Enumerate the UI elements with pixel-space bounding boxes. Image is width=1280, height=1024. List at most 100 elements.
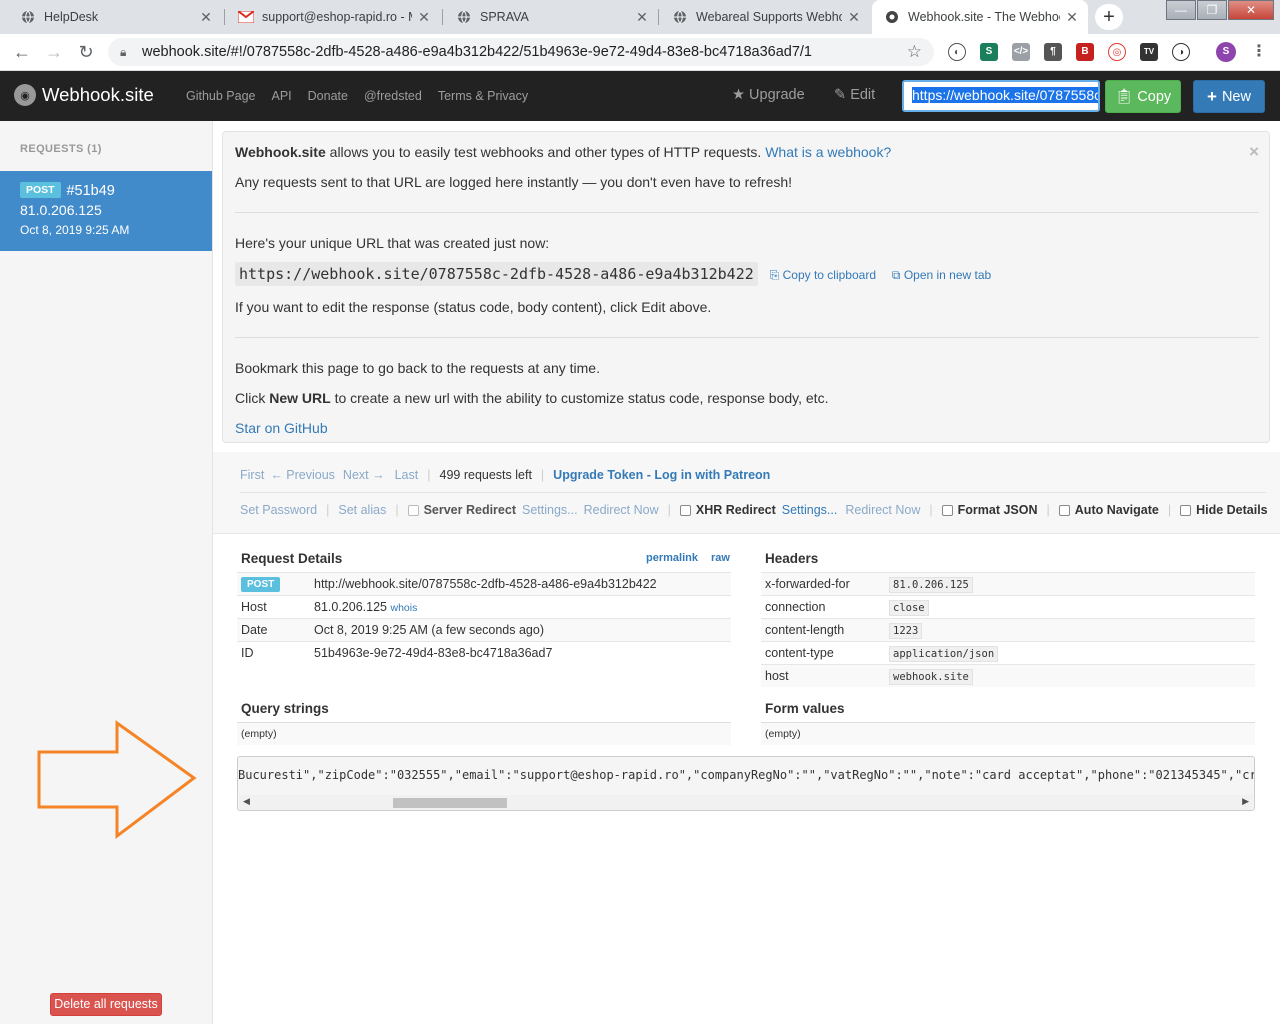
globe-icon (456, 9, 472, 25)
extension-icon[interactable]: ¶ (1044, 43, 1062, 61)
raw-link[interactable]: raw (711, 552, 730, 564)
profile-avatar[interactable]: S (1216, 42, 1236, 62)
extension-icon[interactable]: </> (1012, 43, 1030, 61)
nav-twitter[interactable]: @fredsted (364, 89, 422, 103)
copy-label: Copy (1137, 88, 1172, 105)
extension-icon[interactable]: ◑ (1172, 43, 1190, 61)
id-label: ID (241, 646, 254, 660)
browser-tab-sprava[interactable]: SPRAVA ✕ (444, 0, 658, 34)
new-tab-button[interactable]: + (1095, 4, 1123, 30)
extension-icon[interactable]: ◎ (1108, 43, 1126, 61)
header-value: 1223 (889, 623, 923, 639)
header-value: 81.0.206.125 (889, 577, 973, 593)
whois-link[interactable]: whois (390, 602, 417, 614)
xhr-redirect-checkbox[interactable] (679, 504, 691, 516)
maximize-button[interactable]: ❐ (1197, 0, 1227, 20)
server-redirect-checkbox[interactable] (407, 504, 419, 516)
copy-clipboard-link[interactable]: ⎘ Copy to clipboard (770, 268, 876, 282)
lock-icon: 🔒︎ (120, 45, 127, 59)
permalink-link[interactable]: permalink (646, 552, 698, 564)
bookmark-star-icon[interactable]: ☆ (907, 38, 922, 66)
nav-github[interactable]: Github Page (186, 89, 256, 103)
query-strings-title: Query strings (241, 701, 329, 716)
raw-body-box[interactable]: Bucuresti","zipCode":"032555","email":"s… (237, 756, 1255, 811)
extension-icon[interactable]: B (1076, 43, 1094, 61)
window-close-button[interactable]: ✕ (1228, 0, 1274, 20)
new-button[interactable]: + New (1193, 80, 1265, 113)
server-redirect-now[interactable]: Redirect Now (584, 503, 659, 517)
tab-separator (658, 9, 659, 25)
edit-button[interactable]: ✎ Edit (834, 87, 875, 103)
nav-terms[interactable]: Terms & Privacy (438, 89, 528, 103)
xhr-redirect-settings[interactable]: Settings... (782, 503, 838, 517)
previous-link[interactable]: ← Previous (270, 468, 335, 482)
set-alias-link[interactable]: Set alias (338, 503, 386, 517)
browser-tab-strip: HelpDesk ✕ support@eshop-rapid.ro - M ✕ … (0, 0, 1280, 34)
nav-donate[interactable]: Donate (308, 89, 348, 103)
webhook-url-input[interactable]: https://webhook.site/0787558c (902, 80, 1100, 112)
address-bar[interactable]: 🔒︎ webhook.site/#!/0787558c-2dfb-4528-a4… (108, 38, 934, 66)
method-badge: POST (241, 577, 281, 592)
header-key: content-length (765, 623, 845, 637)
what-is-webhook-link[interactable]: What is a webhook? (765, 144, 891, 160)
close-icon[interactable]: × (1249, 142, 1259, 162)
hide-details-checkbox[interactable] (1180, 504, 1192, 516)
delete-all-button[interactable]: Delete all requests (50, 993, 162, 1016)
method-badge: POST (20, 182, 61, 198)
brand-name: Webhook.site (42, 84, 154, 105)
minimize-button[interactable]: — (1166, 0, 1196, 20)
nav-api[interactable]: API (272, 89, 292, 103)
upgrade-token-link[interactable]: Upgrade Token - Log in with Patreon (553, 468, 770, 482)
query-strings-empty: (empty) (237, 722, 731, 745)
server-redirect-settings[interactable]: Settings... (522, 503, 578, 517)
intro-brand: Webhook.site (235, 144, 326, 160)
divider (235, 212, 1259, 213)
scroll-left-icon[interactable]: ◀ (243, 796, 250, 807)
menu-icon[interactable]: ⋮ (1250, 43, 1268, 61)
browser-tab-helpdesk[interactable]: HelpDesk ✕ (8, 0, 222, 34)
back-icon[interactable]: ← (10, 40, 34, 64)
upgrade-label: Upgrade (749, 87, 805, 103)
scrollbar-thumb[interactable] (393, 798, 507, 808)
header-key: content-type (765, 646, 834, 660)
table-row: Date Oct 8, 2019 9:25 AM (a few seconds … (237, 618, 731, 641)
extension-icon[interactable]: ◐ (948, 43, 966, 61)
browser-tab-mail[interactable]: support@eshop-rapid.ro - M ✕ (226, 0, 440, 34)
star-github-link[interactable]: Star on GitHub (235, 420, 328, 436)
close-icon[interactable]: ✕ (1064, 9, 1080, 26)
extension-icon[interactable]: S (980, 43, 998, 61)
request-details-table: POST http://webhook.site/0787558c-2dfb-4… (237, 572, 731, 664)
close-icon[interactable]: ✕ (846, 9, 862, 26)
browser-tab-webhook[interactable]: Webhook.site - The Webhoo ✕ (872, 0, 1088, 34)
id-value: 51b4963e-9e72-49d4-83e8-bc4718a36ad7 (314, 646, 553, 660)
xhr-redirect-now[interactable]: Redirect Now (845, 503, 920, 517)
auto-navigate-checkbox[interactable] (1058, 504, 1070, 516)
close-icon[interactable]: ✕ (198, 9, 214, 26)
copy-button[interactable]: 📋︎ Copy (1105, 80, 1181, 113)
format-json-checkbox[interactable] (941, 504, 953, 516)
first-link[interactable]: First (240, 468, 264, 482)
click-suffix: to create a new url with the ability to … (334, 390, 829, 406)
close-icon[interactable]: ✕ (416, 9, 432, 26)
extension-icon[interactable]: TV (1140, 43, 1158, 61)
unique-url-row: https://webhook.site/0787558c-2dfb-4528-… (235, 262, 991, 286)
close-icon[interactable]: ✕ (634, 9, 650, 26)
upgrade-button[interactable]: ★ Upgrade (732, 87, 805, 103)
form-values-empty: (empty) (761, 722, 1255, 745)
last-link[interactable]: Last (395, 468, 419, 482)
set-password-link[interactable]: Set Password (240, 503, 317, 517)
reload-icon[interactable]: ↻ (74, 40, 98, 64)
horizontal-scrollbar[interactable]: ◀ ▶ (239, 795, 1253, 810)
request-list-item[interactable]: POST #51b49 81.0.206.125 Oct 8, 2019 9:2… (0, 171, 212, 251)
brand[interactable]: ◉ Webhook.site (14, 84, 154, 106)
unique-intro: Here's your unique URL that was created … (235, 235, 550, 251)
welcome-panel: × Webhook.site allows you to easily test… (222, 131, 1270, 443)
request-url[interactable]: http://webhook.site/0787558c-2dfb-4528-a… (314, 577, 657, 591)
browser-tab-webareal[interactable]: Webareal Supports Webhoo ✕ (660, 0, 870, 34)
forward-icon[interactable]: → (42, 40, 66, 64)
open-new-tab-link[interactable]: ⧉ Open in new tab (892, 268, 991, 282)
unique-url[interactable]: https://webhook.site/0787558c-2dfb-4528-… (235, 262, 758, 286)
next-link[interactable]: Next → (343, 468, 385, 482)
edit-hint: If you want to edit the response (status… (235, 299, 712, 315)
scroll-right-icon[interactable]: ▶ (1242, 796, 1249, 807)
